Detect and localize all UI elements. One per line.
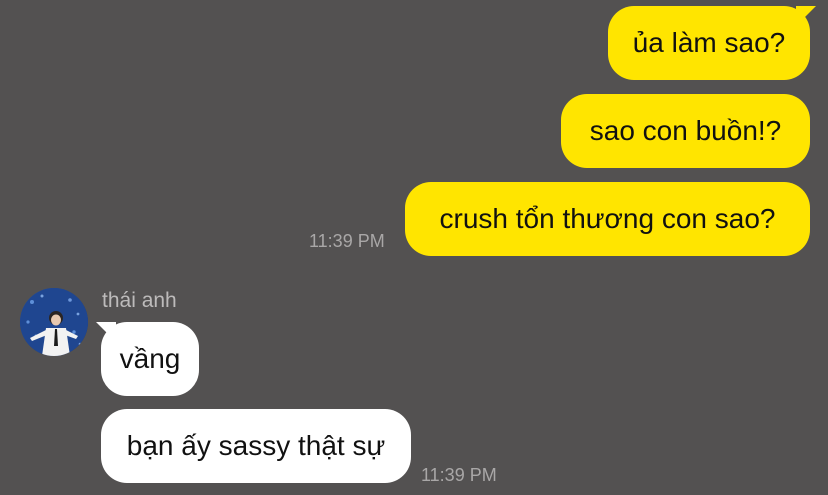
- incoming-message-bubble[interactable]: bạn ấy sassy thật sự: [101, 409, 411, 483]
- avatar[interactable]: [20, 288, 88, 356]
- outgoing-message-bubble[interactable]: sao con buồn!?: [561, 94, 810, 168]
- outgoing-message-bubble[interactable]: crush tổn thương con sao?: [405, 182, 810, 256]
- message-text: ủa làm sao?: [632, 27, 786, 58]
- message-text: bạn ấy sassy thật sự: [126, 430, 386, 461]
- message-text: sao con buồn!?: [589, 115, 782, 146]
- message-text: vầng: [119, 343, 181, 374]
- incoming-timestamp: 11:39 PM: [421, 465, 497, 485]
- message-text: crush tổn thương con sao?: [439, 203, 776, 234]
- outgoing-message-bubble[interactable]: ủa làm sao?: [608, 6, 810, 80]
- sender-name: thái anh: [102, 289, 177, 312]
- outgoing-timestamp: 11:39 PM: [309, 231, 385, 251]
- profile-photo-icon: [20, 288, 88, 356]
